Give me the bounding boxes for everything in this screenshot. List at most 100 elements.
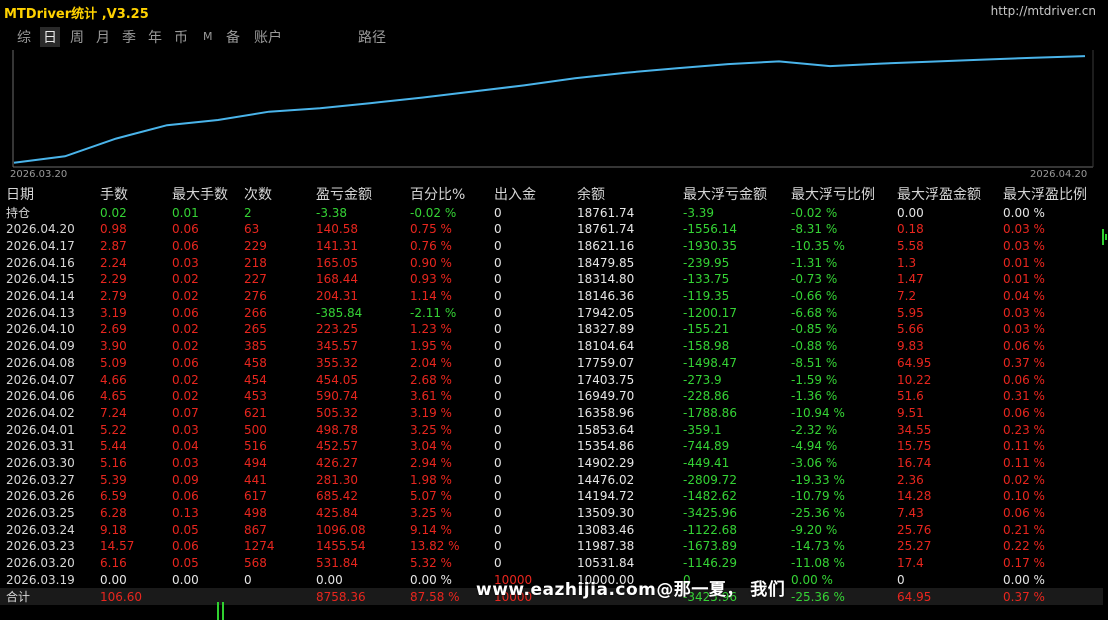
table-row[interactable]: 2026.04.09 3.90 0.02 385 345.57 1.95 % 0 18104.… (0, 338, 1103, 355)
table-row[interactable]: 2026.03.26 6.59 0.06 617 685.42 5.07 % 0 14194.… (0, 488, 1103, 505)
table-cell: 0 (494, 422, 502, 437)
tab-symbol[interactable]: 币 (174, 27, 188, 47)
table-cell: 持仓 (6, 206, 31, 220)
table-cell: 3.19 % (410, 405, 452, 420)
table-row[interactable]: 2026.04.17 2.87 0.06 229 141.31 0.76 % 0 18621.… (0, 238, 1103, 255)
bottom-marker-icon (217, 602, 224, 620)
table-cell: 0 (494, 239, 502, 254)
table-cell: 0.06 (172, 489, 199, 504)
table-cell: 0 (494, 289, 502, 304)
table-cell: -449.41 (683, 455, 730, 470)
table-cell: 0.05 (172, 522, 199, 537)
table-cell: 165.05 (316, 255, 358, 270)
table-row[interactable]: 2026.03.24 9.18 0.05 867 1096.08 9.14 % 0 13083… (0, 521, 1103, 538)
table-cell: -228.86 (683, 389, 730, 404)
tab-daily[interactable]: 日 (40, 27, 60, 47)
table-row[interactable]: 2026.04.10 2.69 0.02 265 223.25 1.23 % 0 18327.… (0, 321, 1103, 338)
table-row[interactable]: 2026.03.23 14.57 0.06 1274 1455.54 13.82 % 0 11… (0, 538, 1103, 555)
table-cell: -11.08 % (791, 556, 845, 571)
table-cell: 0.05 (172, 556, 199, 571)
table-cell: 345.57 (316, 339, 358, 354)
title-bar: MTDriver统计 ,V3.25 http://mtdriver.cn (0, 0, 1108, 24)
table-cell: 5.22 (100, 422, 127, 437)
table-cell: 385 (244, 339, 267, 354)
position-row[interactable]: 持仓 0.02 0.01 2 -3.38 -0.02 % 0 18761.74 -3.39 -0.… (0, 204, 1103, 221)
table-cell: 0.13 (172, 506, 199, 521)
table-row[interactable]: 2026.03.27 5.39 0.09 441 281.30 1.98 % 0 14476.… (0, 471, 1103, 488)
table-cell: 2026.04.10 (6, 322, 75, 337)
table-cell: 7.2 (897, 289, 917, 304)
tab-yearly[interactable]: 年 (148, 27, 162, 47)
tab-notes[interactable]: 备 (226, 27, 240, 47)
table-cell: 51.6 (897, 389, 924, 404)
table-cell: 0.22 % (1003, 539, 1045, 554)
table-cell: 0 (494, 539, 502, 554)
table-cell: -1556.14 (683, 222, 737, 237)
table-cell: 0.00 (172, 572, 199, 587)
table-row[interactable]: 2026.04.20 0.98 0.06 63 140.58 0.75 % 0 18761.7… (0, 221, 1103, 238)
table-cell: 0 (494, 506, 502, 521)
table-cell: 18479.85 (577, 255, 635, 270)
table-row[interactable]: 2026.04.08 5.09 0.06 458 355.32 2.04 % 0 17759.… (0, 355, 1103, 372)
column-header[interactable]: 次数 (238, 184, 310, 204)
table-row[interactable]: 2026.04.07 4.66 0.02 454 454.05 2.68 % 0 17403.… (0, 371, 1103, 388)
tab-magic[interactable]: M (203, 30, 213, 43)
table-cell: -2.11 % (410, 305, 457, 320)
table-row[interactable]: 2026.03.30 5.16 0.03 494 426.27 2.94 % 0 14902.… (0, 455, 1103, 472)
table-row[interactable]: 2026.04.02 7.24 0.07 621 505.32 3.19 % 0 16358.… (0, 405, 1103, 422)
table-cell: -2.32 % (791, 422, 838, 437)
table-cell: 0.00 % (791, 572, 833, 587)
column-header[interactable]: 最大浮盈金额 (891, 184, 997, 204)
table-cell: -1930.35 (683, 239, 737, 254)
table-cell: 453 (244, 389, 267, 404)
table-cell: 0.93 % (410, 272, 452, 287)
table-row[interactable]: 2026.03.20 6.16 0.05 568 531.84 5.32 % 0 10531.… (0, 555, 1103, 572)
column-header[interactable]: 手数 (94, 184, 166, 204)
table-cell: 2.36 (897, 472, 924, 487)
table-cell: 2026.04.15 (6, 272, 75, 287)
tab-account[interactable]: 账户 (254, 27, 282, 47)
column-header[interactable]: 百分比% (404, 184, 488, 204)
column-header[interactable]: 盈亏金额 (310, 184, 404, 204)
table-cell: 265 (244, 322, 267, 337)
table-cell: 1096.08 (316, 522, 366, 537)
table-row[interactable]: 2026.03.25 6.28 0.13 498 425.84 3.25 % 0 13509.… (0, 505, 1103, 522)
table-row[interactable]: 2026.04.01 5.22 0.03 500 498.78 3.25 % 0 15853.… (0, 421, 1103, 438)
site-url-link[interactable]: http://mtdriver.cn (991, 4, 1096, 18)
balance-series-line (13, 55, 1086, 164)
table-cell: -155.21 (683, 322, 730, 337)
table-cell: 2026.04.20 (6, 222, 75, 237)
table-cell: 516 (244, 439, 267, 454)
column-header[interactable]: 余额 (571, 184, 677, 204)
table-row[interactable]: 2026.04.15 2.29 0.02 227 168.44 0.93 % 0 18314.… (0, 271, 1103, 288)
table-cell: 3.25 % (410, 422, 452, 437)
tab-quarterly[interactable]: 季 (122, 27, 136, 47)
column-header[interactable]: 最大浮亏比例 (785, 184, 891, 204)
column-header[interactable]: 日期 (0, 184, 94, 204)
table-row[interactable]: 2026.03.31 5.44 0.04 516 452.57 3.04 % 0 15354.… (0, 438, 1103, 455)
table-cell: 0.02 (172, 322, 199, 337)
table-row[interactable]: 2026.04.06 4.65 0.02 453 590.74 3.61 % 0 16949.… (0, 388, 1103, 405)
table-header-row: 日期 手数 最大手数 次数 盈亏金额 百分比% 出入金 余额 最大浮亏金额 最大浮亏比例 最大浮盈金… (0, 184, 1103, 204)
table-cell: 531.84 (316, 556, 358, 571)
table-row[interactable]: 2026.04.13 3.19 0.06 266 -385.84 -2.11 % 0 1794… (0, 304, 1103, 321)
table-cell: 0.06 % (1003, 506, 1045, 521)
table-cell: 63 (244, 222, 260, 237)
tab-path[interactable]: 路径 (358, 27, 386, 47)
table-cell: 355.32 (316, 355, 358, 370)
column-header[interactable]: 最大浮亏金额 (677, 184, 785, 204)
tab-monthly[interactable]: 月 (96, 27, 110, 47)
table-cell: -273.9 (683, 372, 722, 387)
table-cell: 0.18 (897, 222, 924, 237)
tab-overview[interactable]: 综 (17, 27, 31, 47)
table-cell: 0.11 % (1003, 455, 1045, 470)
table-cell: 0 (494, 439, 502, 454)
column-header[interactable]: 出入金 (488, 184, 571, 204)
table-row[interactable]: 2026.04.16 2.24 0.03 218 165.05 0.90 % 0 18479.… (0, 254, 1103, 271)
table-cell: 0 (494, 489, 502, 504)
column-header[interactable]: 最大手数 (166, 184, 238, 204)
tab-weekly[interactable]: 周 (70, 27, 84, 47)
column-header[interactable]: 最大浮盈比例 (997, 184, 1103, 204)
table-row[interactable]: 2026.04.14 2.79 0.02 276 204.31 1.14 % 0 18146.… (0, 288, 1103, 305)
table-cell: 17759.07 (577, 355, 635, 370)
